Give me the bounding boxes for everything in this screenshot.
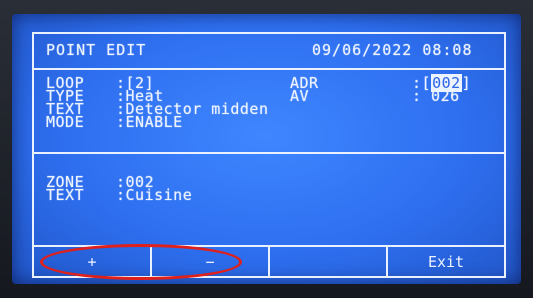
av-label: AV <box>290 87 310 105</box>
section-divider <box>34 152 504 154</box>
adr-suffix: ] <box>461 74 472 92</box>
annotation-ellipse <box>40 244 242 280</box>
display-frame: POINT EDIT 09/06/2022 08:08 LOOP :[2] TY… <box>32 32 506 278</box>
mode-value[interactable]: :ENABLE <box>116 115 183 130</box>
page-title: POINT EDIT <box>46 41 147 59</box>
exit-softkey[interactable]: Exit <box>388 247 504 276</box>
zone-text-value[interactable]: :Cuisine <box>116 188 192 203</box>
date-time: 09/06/2022 08:08 <box>312 41 473 59</box>
mode-label: MODE <box>46 113 85 131</box>
av-value: : 026 <box>412 87 460 105</box>
header-divider <box>34 68 504 70</box>
lcd-screen: POINT EDIT 09/06/2022 08:08 LOOP :[2] TY… <box>12 14 521 284</box>
blank-softkey[interactable] <box>270 247 386 276</box>
zone-text-label: TEXT <box>46 186 85 204</box>
